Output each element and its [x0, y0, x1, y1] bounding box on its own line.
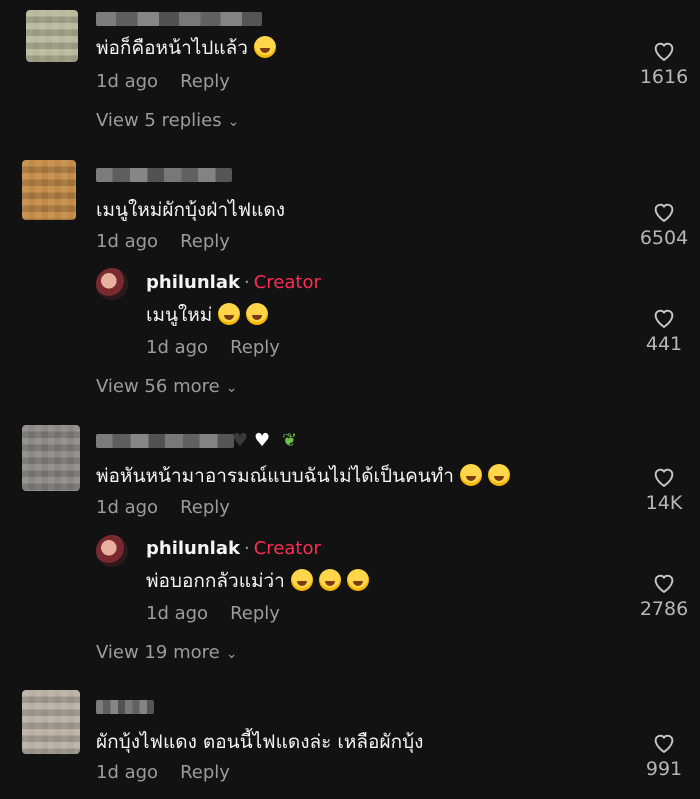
- chevron-down-icon: ⌄: [225, 380, 238, 396]
- comment-meta: 1d ago Reply: [96, 71, 230, 92]
- comment-meta: 1d ago Reply: [96, 762, 230, 783]
- reply-button[interactable]: Reply: [230, 337, 280, 358]
- like-count: 441: [645, 333, 683, 355]
- chevron-down-icon: ⌄: [225, 646, 238, 662]
- like-button[interactable]: 14K: [634, 465, 694, 514]
- comment-text: พ่อก็คือหน้าไปแล้ว: [96, 33, 276, 63]
- commenter-name-blurred[interactable]: [96, 12, 262, 26]
- view-more-button[interactable]: View 56 more ⌄: [96, 376, 237, 397]
- reply-time: 1d ago: [146, 337, 209, 358]
- heart-outline-icon: [654, 574, 674, 594]
- laughing-emoji-icon: [318, 569, 341, 591]
- comment-time: 1d ago: [96, 71, 159, 92]
- view-replies-button[interactable]: View 5 replies ⌄: [96, 110, 239, 131]
- commenter-avatar[interactable]: [22, 425, 80, 491]
- like-count: 6504: [639, 227, 689, 249]
- reply-text: เมนูใหม่: [146, 300, 269, 330]
- laughing-emoji-icon: [253, 36, 276, 58]
- creator-badge: Creator: [253, 272, 321, 293]
- comment-time: 1d ago: [96, 762, 159, 783]
- creator-avatar[interactable]: [96, 268, 128, 300]
- commenter-name-blurred[interactable]: [96, 434, 234, 448]
- grinning-sweat-emoji-icon: [487, 464, 510, 486]
- heart-outline-icon: [654, 734, 674, 754]
- view-more-button[interactable]: View 19 more ⌄: [96, 642, 237, 663]
- comment-meta: 1d ago Reply: [96, 497, 230, 518]
- reply-meta: 1d ago Reply: [146, 603, 280, 624]
- comment-text: พ่อหันหน้ามาอารมณ์แบบฉันไม่ได้เป็นคนทำ: [96, 461, 510, 491]
- reply-text: พ่อบอกกลัวแม่ว่า: [146, 566, 369, 596]
- heart-outline-icon: [654, 468, 674, 488]
- like-button[interactable]: 6504: [634, 200, 694, 249]
- like-count: 2786: [639, 598, 689, 620]
- chevron-down-icon: ⌄: [227, 114, 240, 130]
- commenter-name-blurred[interactable]: [96, 168, 232, 182]
- reply-meta: 1d ago Reply: [146, 337, 280, 358]
- reply-button[interactable]: Reply: [180, 71, 230, 92]
- reply-button[interactable]: Reply: [230, 603, 280, 624]
- comment-time: 1d ago: [96, 231, 159, 252]
- heart-outline-icon: [654, 42, 674, 62]
- like-button[interactable]: 2786: [634, 571, 694, 620]
- commenter-avatar[interactable]: [22, 690, 80, 754]
- reply-button[interactable]: Reply: [180, 231, 230, 252]
- like-count: 1616: [639, 66, 689, 88]
- like-count: 14K: [645, 492, 683, 514]
- reply-button[interactable]: Reply: [180, 497, 230, 518]
- comment-text: ผักบุ้งไฟแดง ตอนนี้ไฟแดงล่ะ เหลือผักบุ้ง: [96, 731, 424, 753]
- grinning-sweat-emoji-icon: [459, 464, 482, 486]
- creator-username[interactable]: philunlak · Creator: [146, 538, 321, 559]
- reply-time: 1d ago: [146, 603, 209, 624]
- commenter-name-blurred[interactable]: [96, 700, 154, 714]
- reply-button[interactable]: Reply: [180, 762, 230, 783]
- comment-text: เมนูใหม่ผักบุ้งฝ่าไฟแดง: [96, 199, 285, 221]
- creator-username[interactable]: philunlak · Creator: [146, 272, 321, 293]
- commenter-avatar[interactable]: [22, 160, 76, 220]
- creator-avatar[interactable]: [96, 535, 128, 567]
- creator-badge: Creator: [253, 538, 321, 559]
- laughing-emoji-icon: [246, 303, 269, 325]
- heart-outline-icon: [654, 203, 674, 223]
- comment-time: 1d ago: [96, 497, 159, 518]
- like-button[interactable]: 991: [634, 731, 694, 780]
- like-count: 991: [645, 758, 683, 780]
- like-button[interactable]: 1616: [634, 39, 694, 88]
- herb-icon: ❦: [282, 430, 298, 451]
- laughing-emoji-icon: [218, 303, 241, 325]
- laughing-emoji-icon: [346, 569, 369, 591]
- comment-meta: 1d ago Reply: [96, 231, 230, 252]
- heart-outline-icon: [654, 309, 674, 329]
- black-heart-icon: ♥: [232, 430, 249, 451]
- white-heart-icon: ♥: [254, 430, 271, 451]
- like-button[interactable]: 441: [634, 306, 694, 355]
- laughing-emoji-icon: [290, 569, 313, 591]
- commenter-avatar[interactable]: [26, 10, 78, 62]
